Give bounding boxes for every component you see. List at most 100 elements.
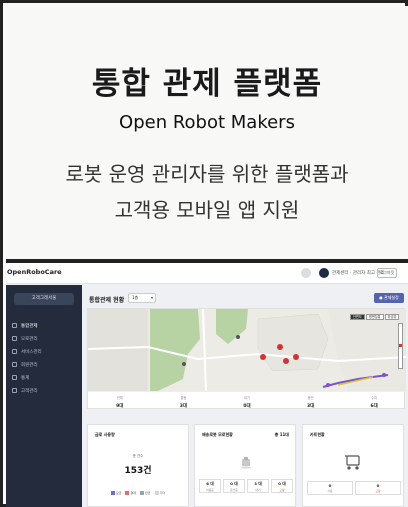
control-settings-button[interactable]: ● 관제설정 xyxy=(374,293,404,303)
stat-value: 6대 xyxy=(370,404,378,409)
stat-label: 대기 xyxy=(244,396,250,400)
sidebar-item-robots[interactable]: 모로관리 xyxy=(10,332,78,345)
legend-swatch xyxy=(125,491,130,495)
status-label: 이동중 xyxy=(206,488,214,492)
legend-label: 환급 xyxy=(145,491,151,495)
map-view-floor[interactable]: 평면질통 xyxy=(365,314,384,320)
legend-swatch xyxy=(154,491,159,495)
floor-value: 1층 xyxy=(132,295,139,300)
status-label: 운전중 xyxy=(230,488,238,492)
route-point xyxy=(382,373,386,377)
cart-wheel xyxy=(355,466,359,470)
map-view-satellite[interactable]: 위성뷰 xyxy=(384,314,400,320)
legend-item: 기타 xyxy=(154,491,165,495)
robot-status-moving: 6 대이동중 xyxy=(199,479,221,493)
sidebar-item-customers[interactable]: 고객관리 xyxy=(10,384,78,397)
status-value: 0 대 xyxy=(278,481,286,486)
hero-description-line2: 고객용 모바일 앱 지원 xyxy=(114,198,300,222)
cart-body xyxy=(346,455,360,466)
legend-item: 요금 xyxy=(110,491,121,495)
status-label: 대기 xyxy=(255,488,261,492)
page-frame: 통합 관제 플랫폼 Open Robot Makers 로봇 운영 관리자를 위… xyxy=(0,0,408,507)
chevron-down-icon: ▾ xyxy=(150,295,153,300)
robot-shadow xyxy=(241,466,251,469)
sidebar-item-label: 모로관리 xyxy=(21,336,38,342)
stat-label: 전체 xyxy=(116,396,123,400)
hero-banner: 통합 관제 플랫폼 Open Robot Makers 로봇 운영 관리자를 위… xyxy=(6,6,408,259)
status-value: 0 xyxy=(328,483,332,488)
robot-head xyxy=(244,457,248,460)
sidebar-item-members[interactable]: 회원관리 xyxy=(10,358,78,371)
stat-label: 출동 xyxy=(180,396,187,400)
robot-marker[interactable] xyxy=(283,358,289,364)
stat-charging: 충전 3대 xyxy=(279,392,343,410)
cart-wheel xyxy=(347,466,351,470)
robot-status-driving: 0 대 운전중 xyxy=(223,479,245,493)
user-avatar-icon[interactable] xyxy=(319,268,329,278)
poi-marker xyxy=(182,362,186,366)
robot-status-fault: 0 대 고장 xyxy=(271,479,293,493)
member-icon xyxy=(12,362,17,367)
stat-standby: 대기 0대 xyxy=(215,392,279,410)
map-card: 단면도 평면질통 위성뷰 전체 9대 출동 3대 대기 0대 충전 3대 수리 6대 xyxy=(87,308,406,410)
stat-repair: 수리 6대 xyxy=(342,392,406,410)
card-title: 카트현황 xyxy=(310,432,325,437)
sidebar-item-services[interactable]: 서비스관리 xyxy=(10,345,78,358)
main-content: 통합관제 현황 1층 ▾ ● 관제설정 단면도 평면질통 위성뷰 전체 9대 출… xyxy=(84,285,408,507)
map-view-section[interactable]: 단면도 xyxy=(350,314,365,320)
status-value: 6 대 xyxy=(206,481,214,486)
legend-item: 환급 xyxy=(140,491,151,495)
facility-map[interactable] xyxy=(88,309,406,391)
page-title: 통합관제 현황 xyxy=(89,297,125,304)
app-logo[interactable]: OpenRoboCare xyxy=(7,268,62,276)
status-value: 0 xyxy=(376,483,380,488)
delivery-robot-card: 배송로봇 모로현황 총 11대 6 대 이동중 0 대 운전중 3 대 대기 0 대고… xyxy=(194,424,296,507)
logout-button[interactable]: 로그아웃 xyxy=(377,268,397,278)
dashboard-icon xyxy=(12,323,17,328)
status-label: 고장 xyxy=(375,489,381,493)
map-view-toggle: 단면도 평면질통 위성뷰 xyxy=(350,314,400,320)
cart-status-boxes: 0 사용 0 고장 xyxy=(307,481,401,495)
card-title: 배송로봇 모로현황 xyxy=(202,432,233,437)
sidebar-item-label: 서비스관리 xyxy=(21,349,42,355)
sidebar-item-label: 고객관리 xyxy=(21,388,38,394)
zoom-handle[interactable] xyxy=(399,344,402,347)
stat-label: 수리 xyxy=(371,396,378,400)
chart-icon xyxy=(12,375,17,380)
total-label: 총 건수 xyxy=(132,454,144,458)
customer-icon xyxy=(12,388,17,393)
stat-value: 0대 xyxy=(243,404,251,409)
site-selector[interactable]: 고객그래서울 xyxy=(14,293,74,305)
stat-total: 전체 9대 xyxy=(88,392,152,410)
stat-value: 3대 xyxy=(179,404,188,409)
stat-label: 충전 xyxy=(307,396,314,400)
sidebar-menu: 통합관제 모로관리 서비스관리 회원관리 통계 고객관리 xyxy=(10,319,78,397)
sidebar-item-label: 회원관리 xyxy=(21,362,38,368)
hero-description-line1: 로봇 운영 관리자를 위한 플랫폼과 xyxy=(65,162,349,186)
zoom-slider[interactable] xyxy=(398,323,403,369)
sidebar-item-label: 통계 xyxy=(21,375,30,381)
logo-text: OpenRoboCare xyxy=(7,268,62,276)
cart-status-in-use: 0 사용 xyxy=(307,481,353,495)
status-label: 사용 xyxy=(327,489,333,493)
robot-marker[interactable] xyxy=(293,354,299,360)
delivery-robot-icon xyxy=(241,457,251,469)
floor-select[interactable]: 1층 ▾ xyxy=(128,293,156,303)
robot-marker[interactable] xyxy=(260,354,266,360)
map-block xyxy=(88,309,148,391)
notification-icon[interactable] xyxy=(301,268,311,278)
cart-card: 카트현황 0 사용 0 고장 xyxy=(302,424,404,507)
robot-stats-row: 전체 9대 출동 3대 대기 0대 충전 3대 수리 6대 xyxy=(88,391,406,410)
sidebar-item-statistics[interactable]: 통계 xyxy=(10,371,78,384)
sidebar-item-control[interactable]: 통합관제 xyxy=(10,319,78,332)
app-screenshot: OpenRoboCare 관제센터 · 관리자 최고 관리 로그아웃 고객그래서… xyxy=(6,263,408,507)
cart-status-fault: 0 고장 xyxy=(355,481,401,495)
cart-icon xyxy=(345,455,360,470)
route-point xyxy=(326,383,330,387)
robot-marker[interactable] xyxy=(277,344,283,350)
legend-swatch xyxy=(110,491,115,495)
legend-label: 결제 xyxy=(130,491,136,495)
hero-title: 통합 관제 플랫폼 xyxy=(91,66,323,102)
usage-card: 금로 사용량 총 건수 153건 요금 결제 환급 기타 xyxy=(87,424,189,507)
robot-body xyxy=(242,459,250,466)
